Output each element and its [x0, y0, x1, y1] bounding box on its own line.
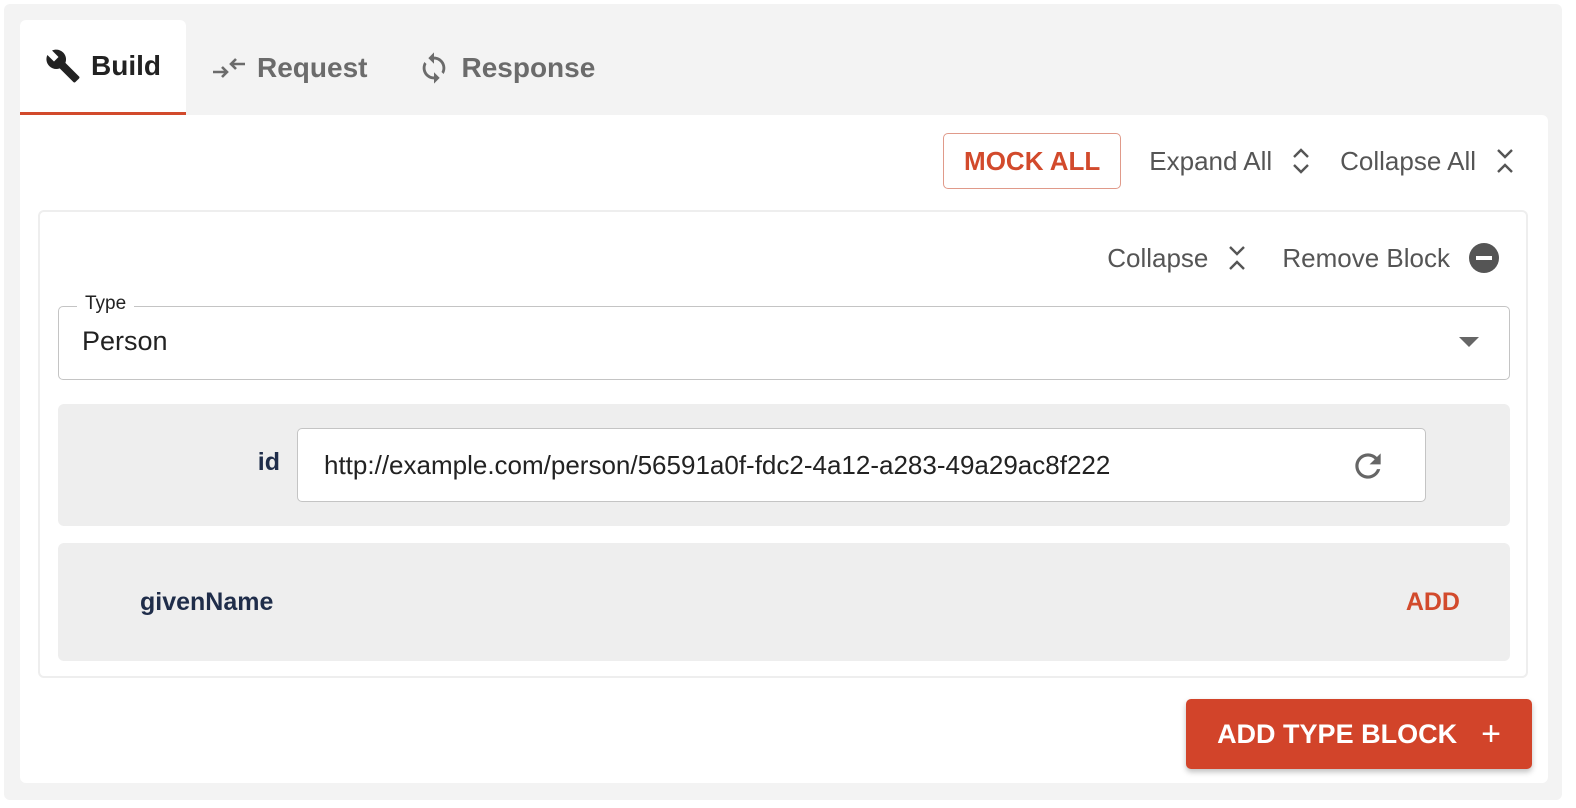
plus-icon: +	[1481, 715, 1501, 753]
add-type-block-label: ADD TYPE BLOCK	[1217, 718, 1458, 749]
build-panel: MOCK ALL Expand All Collapse All Collaps…	[20, 115, 1548, 783]
app-container: Build Request Response MOCK ALL Expand A…	[4, 4, 1562, 800]
property-label-id: id	[257, 448, 280, 476]
wrench-icon	[45, 48, 81, 84]
tab-build[interactable]: Build	[20, 20, 186, 116]
collapse-all-label: Collapse All	[1340, 145, 1476, 176]
sync-icon	[417, 51, 451, 85]
remove-circle-icon	[1468, 242, 1500, 274]
collapse-all-button[interactable]: Collapse All	[1340, 146, 1516, 177]
collapse-block-label: Collapse	[1107, 242, 1209, 273]
collapse-block-button[interactable]: Collapse	[1107, 243, 1248, 274]
tab-bar: Build Request Response	[20, 20, 620, 116]
tab-response[interactable]: Response	[392, 20, 620, 116]
tab-request-label: Request	[257, 52, 368, 83]
property-label-givenname: givenName	[140, 588, 274, 616]
type-select[interactable]: Type Person	[58, 293, 1510, 380]
property-row-id: id http://example.com/person/56591a0f-fd…	[58, 404, 1510, 526]
unfold-more-icon	[1290, 146, 1312, 176]
expand-all-button[interactable]: Expand All	[1149, 146, 1312, 177]
unfold-less-icon	[1494, 146, 1516, 176]
expand-all-label: Expand All	[1149, 145, 1273, 176]
type-select-label: Type	[77, 293, 135, 315]
id-input-value: http://example.com/person/56591a0f-fdc2-…	[324, 450, 1111, 480]
property-row-givenname: givenName ADD	[58, 543, 1510, 661]
toolbar: MOCK ALL Expand All Collapse All	[943, 132, 1516, 190]
id-input[interactable]: http://example.com/person/56591a0f-fdc2-…	[297, 428, 1426, 502]
type-block: Collapse Remove Block Type Person id htt…	[38, 210, 1528, 678]
type-select-value: Person	[82, 326, 168, 356]
add-type-block-button[interactable]: ADD TYPE BLOCK +	[1186, 699, 1532, 769]
mock-all-button[interactable]: MOCK ALL	[943, 133, 1122, 189]
tab-response-label: Response	[461, 52, 596, 83]
remove-block-button[interactable]: Remove Block	[1282, 242, 1500, 274]
block-actions: Collapse Remove Block	[1073, 238, 1500, 278]
dropdown-arrow-icon	[1459, 337, 1479, 347]
refresh-icon[interactable]	[1349, 447, 1387, 485]
remove-block-label: Remove Block	[1282, 242, 1450, 273]
tab-build-label: Build	[91, 50, 161, 81]
unfold-less-icon	[1226, 243, 1248, 273]
request-arrows-icon	[211, 53, 247, 83]
tab-request[interactable]: Request	[186, 20, 392, 116]
add-givenname-button[interactable]: ADD	[1406, 588, 1460, 617]
